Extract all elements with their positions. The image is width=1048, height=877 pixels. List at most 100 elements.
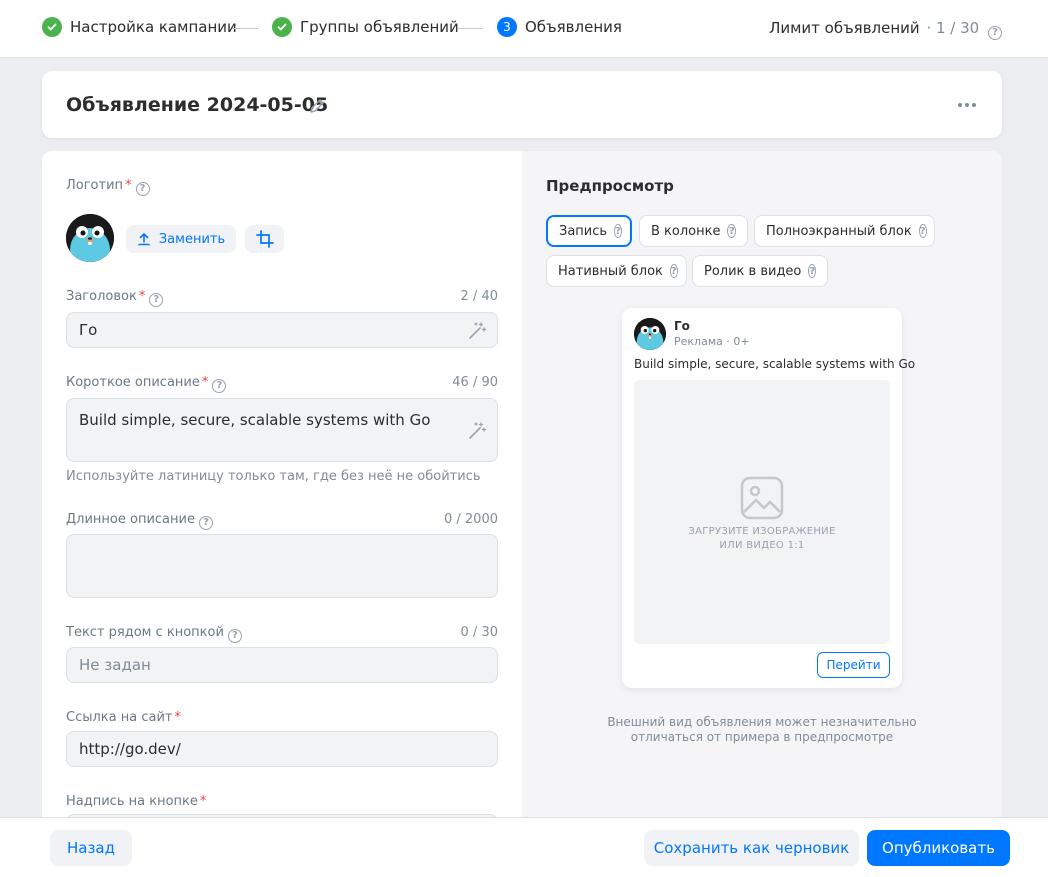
short-desc-textarea[interactable]: Build simple, secure, scalable systems w…: [66, 398, 498, 462]
field-label: Надпись на кнопке: [66, 794, 198, 809]
format-chip-fullscreen[interactable]: Полноэкранный блок?: [754, 215, 935, 247]
step-label: Настройка кампании: [70, 18, 237, 36]
preview-panel: Предпросмотр Запись? В колонке? Полноэкр…: [522, 151, 1002, 817]
limit-label: Лимит объявлений: [769, 19, 920, 37]
check-icon: [42, 17, 62, 37]
ad-form: Логотип *? Заменить Заголовок *? 2 / 40 Го: [42, 151, 522, 817]
textarea-value: Build simple, secure, scalable systems w…: [79, 411, 431, 429]
headline-input[interactable]: Го: [66, 312, 498, 348]
logo-avatar: [66, 214, 114, 262]
required-mark: *: [138, 289, 146, 304]
preview-note-line: Внешний вид объявления может незначитель…: [607, 715, 917, 729]
preview-description: Build simple, secure, scalable systems w…: [634, 357, 916, 371]
help-icon[interactable]: ?: [212, 378, 227, 393]
format-chip-column[interactable]: В колонке?: [639, 215, 748, 247]
chip-label: В колонке: [651, 223, 721, 239]
help-icon: ?: [669, 264, 678, 278]
required-mark: *: [125, 178, 132, 193]
stepper-bar: Настройка кампании Группы объявлений 3 О…: [0, 0, 1048, 58]
preview-title: Предпросмотр: [546, 177, 674, 195]
help-icon: ?: [727, 224, 736, 238]
edit-pencil-icon[interactable]: [308, 97, 326, 119]
more-options-icon[interactable]: [958, 103, 976, 107]
input-value: http://go.dev/: [79, 740, 181, 758]
back-button[interactable]: Назад: [50, 830, 132, 866]
step-number-badge: 3: [497, 17, 517, 37]
replace-label: Заменить: [158, 231, 226, 247]
logo-label-row: Логотип *?: [66, 178, 150, 196]
ads-limit: Лимит объявлений · 1 / 30 ?: [769, 19, 1002, 40]
footer-bar: Назад Сохранить как черновик Опубликоват…: [0, 817, 1048, 877]
short-desc-hint: Используйте латиницу только там, где без…: [66, 469, 481, 484]
preview-name: Го: [674, 319, 690, 333]
step-label: Объявления: [525, 18, 622, 36]
field-label: Ссылка на сайт: [66, 710, 173, 725]
save-draft-button[interactable]: Сохранить как черновик: [644, 830, 859, 866]
short-desc-label-row: Короткое описание *?: [66, 375, 227, 393]
upload-hint: ЗАГРУЗИТЕ ИЗОБРАЖЕНИЕ ИЛИ ВИДЕО 1:1: [634, 525, 890, 553]
chip-label: Запись: [559, 223, 608, 239]
short-desc-counter: 46 / 90: [452, 375, 498, 390]
site-link-label-row: Ссылка на сайт *: [66, 710, 181, 725]
preview-meta: Реклама · 0+: [674, 335, 750, 348]
button-caption-label-row: Надпись на кнопке *: [66, 794, 206, 809]
preview-logo-avatar: [634, 318, 666, 350]
format-chip-native[interactable]: Нативный блок?: [546, 255, 687, 287]
ad-title-card: Объявление 2024-05-05: [42, 71, 1002, 138]
limit-count: · 1 / 30: [926, 19, 980, 37]
field-label: Длинное описание: [66, 512, 195, 527]
chip-label: Ролик в видео: [704, 263, 802, 279]
help-icon: ?: [918, 224, 927, 238]
magic-wand-icon[interactable]: [467, 421, 487, 445]
ad-preview-card: Го Реклама · 0+ Build simple, secure, sc…: [622, 308, 915, 688]
help-icon: ?: [614, 224, 622, 238]
help-icon[interactable]: ?: [198, 515, 213, 530]
button-text-input[interactable]: Не задан: [66, 647, 498, 683]
headline-counter: 2 / 40: [460, 289, 498, 304]
button-text-counter: 0 / 30: [460, 625, 498, 640]
upload-icon: [138, 233, 150, 246]
gopher-image: [66, 214, 114, 262]
preview-note: Внешний вид объявления может незначитель…: [522, 715, 1002, 745]
field-label: Логотип: [66, 178, 124, 193]
ad-title: Объявление 2024-05-05: [66, 94, 329, 116]
step-label: Группы объявлений: [300, 18, 459, 36]
ad-editor: Логотип *? Заменить Заголовок *? 2 / 40 Го: [42, 151, 1002, 817]
button-text-label-row: Текст рядом с кнопкой?: [66, 625, 242, 643]
step-separator: [457, 28, 483, 29]
step-ad-groups[interactable]: Группы объявлений: [272, 17, 459, 37]
magic-wand-icon[interactable]: [467, 321, 487, 345]
chip-label: Полноэкранный блок: [766, 223, 912, 239]
long-desc-textarea[interactable]: [66, 534, 498, 598]
preview-go-button: Перейти: [817, 652, 890, 678]
crop-logo-button[interactable]: [245, 225, 284, 253]
required-mark: *: [199, 794, 207, 809]
required-mark: *: [201, 375, 209, 390]
help-icon[interactable]: ?: [149, 292, 164, 307]
site-link-input[interactable]: http://go.dev/: [66, 731, 498, 767]
help-icon[interactable]: ?: [988, 25, 1002, 40]
step-separator: [232, 28, 258, 29]
help-icon: ?: [808, 264, 817, 278]
step-campaign-settings[interactable]: Настройка кампании: [42, 17, 237, 37]
publish-button[interactable]: Опубликовать: [867, 830, 1010, 866]
format-chip-post[interactable]: Запись?: [546, 215, 632, 247]
format-chip-video[interactable]: Ролик в видео?: [692, 255, 828, 287]
replace-logo-button[interactable]: Заменить: [126, 225, 236, 253]
input-value: Го: [79, 321, 98, 339]
preview-media-placeholder[interactable]: ЗАГРУЗИТЕ ИЗОБРАЖЕНИЕ ИЛИ ВИДЕО 1:1: [634, 380, 890, 644]
required-mark: *: [174, 710, 181, 725]
upload-hint-line: ЗАГРУЗИТЕ ИЗОБРАЖЕНИЕ: [688, 526, 836, 537]
field-label: Короткое описание: [66, 375, 200, 390]
long-desc-label-row: Длинное описание?: [66, 512, 213, 530]
help-icon[interactable]: ?: [227, 628, 242, 643]
long-desc-counter: 0 / 2000: [444, 512, 498, 527]
input-placeholder: Не задан: [79, 656, 151, 674]
help-icon[interactable]: ?: [135, 181, 150, 196]
preview-note-line: отличаться от примера в предпросмотре: [630, 730, 894, 744]
headline-label-row: Заголовок *?: [66, 289, 164, 307]
step-ads[interactable]: 3 Объявления: [497, 17, 622, 37]
image-icon: [740, 476, 784, 520]
upload-hint-line: ИЛИ ВИДЕО 1:1: [719, 540, 805, 551]
field-label: Заголовок: [66, 289, 137, 304]
